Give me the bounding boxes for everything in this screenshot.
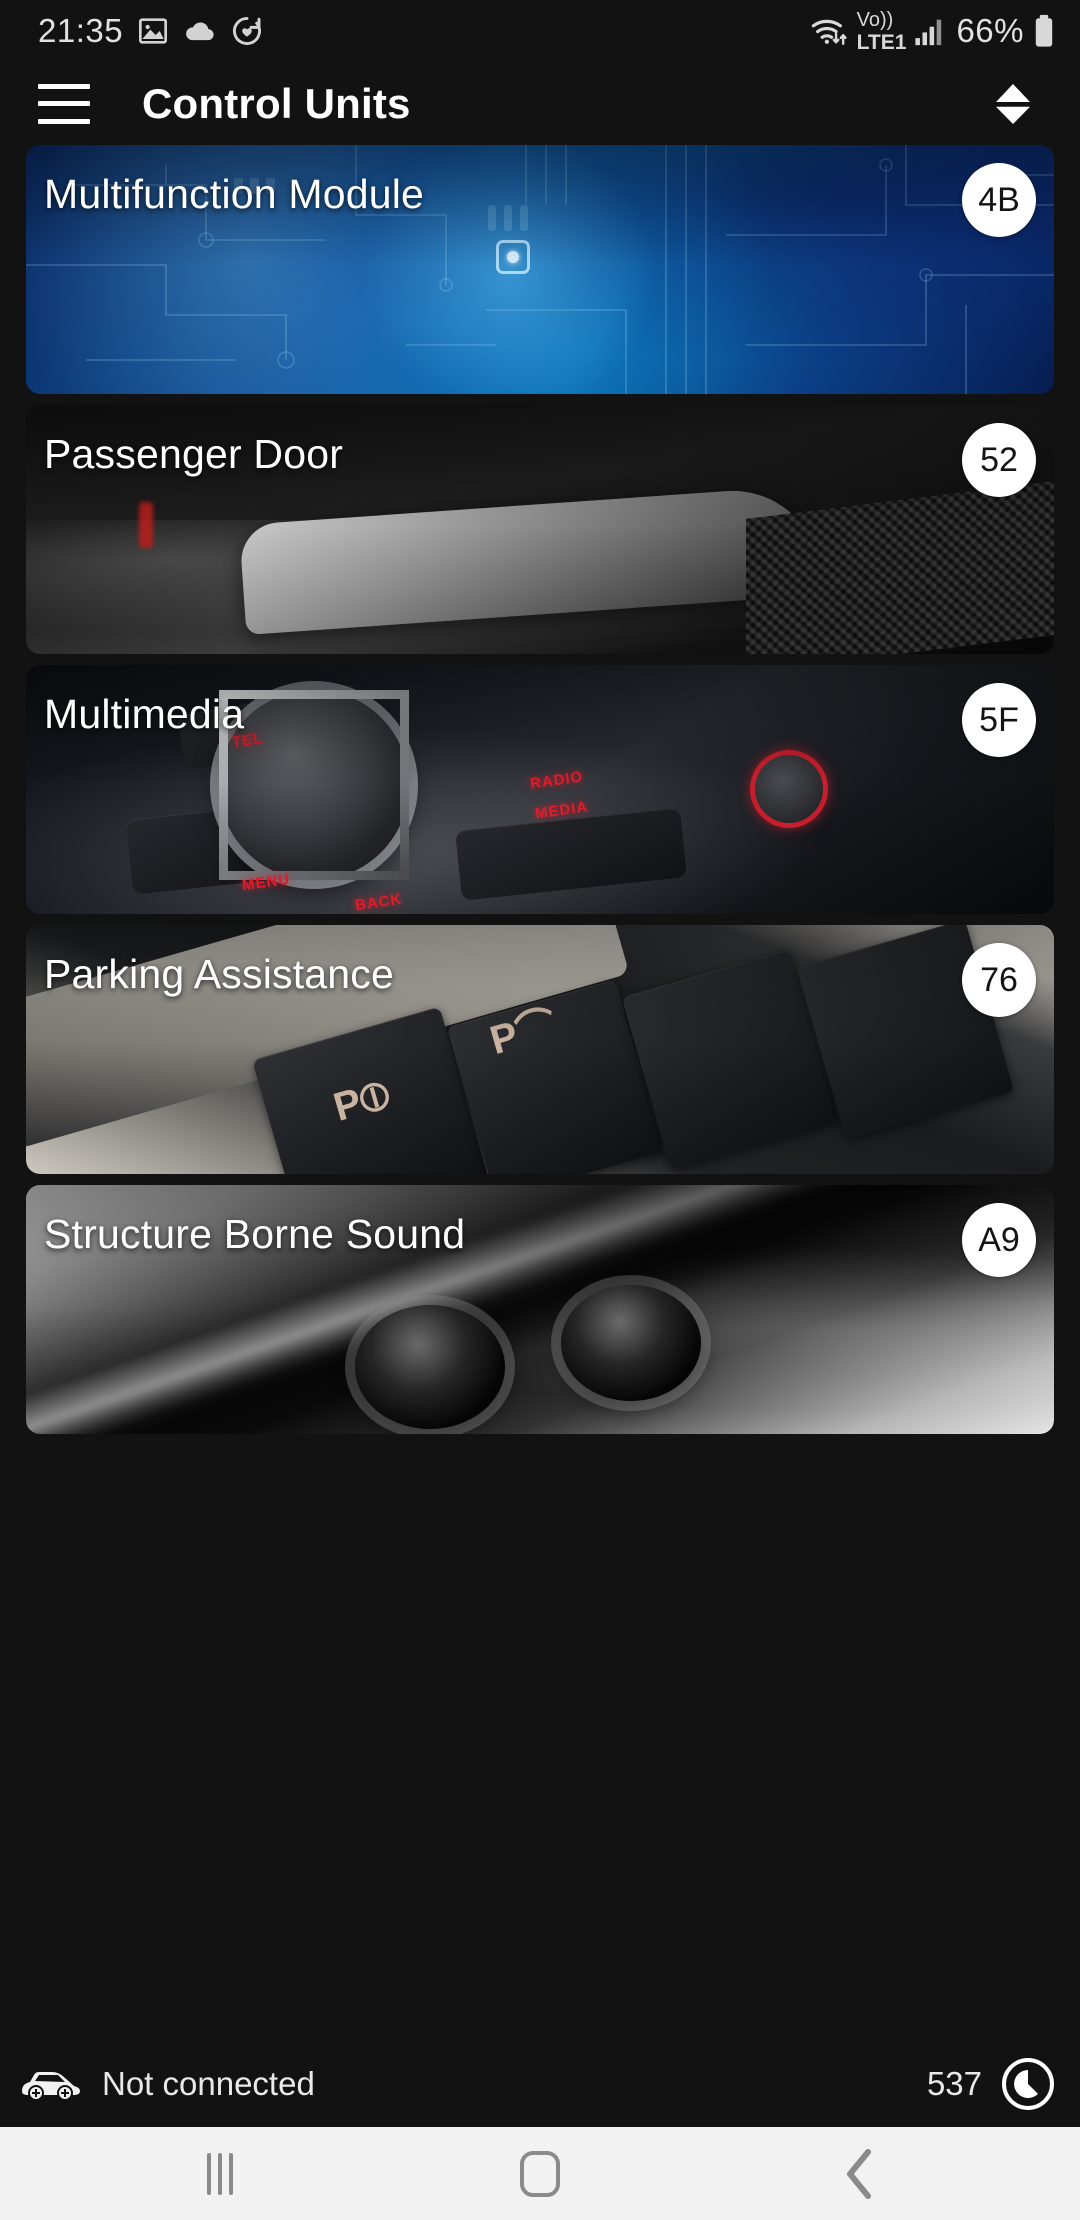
unit-count-label: 537	[926, 2065, 982, 2102]
control-unit-card-structure-borne-sound[interactable]: Structure Borne Sound A9	[26, 1185, 1054, 1434]
phone-screen: 21:35 Vo)) LTE1 66% Control Units Multif…	[0, 0, 1080, 2220]
card-address-badge: A9	[962, 1203, 1036, 1277]
app-bar: Control Units	[0, 62, 1080, 145]
card-address-badge: 4B	[962, 163, 1036, 237]
card-title: Structure Borne Sound	[44, 1211, 466, 1257]
status-time: 21:35	[38, 12, 124, 49]
volte-top-label: Vo))	[856, 8, 894, 31]
home-icon[interactable]	[480, 2127, 600, 2220]
mmi-label-back: BACK	[354, 890, 404, 914]
exhaust-pipe-left	[354, 1304, 505, 1429]
cloud-icon	[183, 15, 217, 47]
android-nav-bar	[0, 2127, 1080, 2220]
control-unit-card-parking-assistance[interactable]: P⦶ P⌒ Parking Assistance 76	[26, 925, 1054, 1174]
card-address-badge: 52	[962, 423, 1036, 497]
card-address-badge: 76	[962, 943, 1036, 1017]
recents-icon[interactable]	[160, 2127, 280, 2220]
battery-percent-label: 66%	[956, 12, 1024, 49]
control-unit-card-passenger-door[interactable]: Passenger Door 52	[26, 405, 1054, 654]
back-icon[interactable]	[800, 2127, 920, 2220]
connection-status-label: Not connected	[102, 2065, 315, 2102]
control-units-list[interactable]: Multifunction Module 4B Passenger Door 5…	[0, 145, 1080, 2041]
status-bar: 21:35 Vo)) LTE1 66%	[0, 0, 1080, 62]
card-title: Parking Assistance	[44, 951, 394, 997]
footer-right-group[interactable]: 537	[927, 2056, 1056, 2112]
control-unit-card-multifunction-module[interactable]: Multifunction Module 4B	[26, 145, 1054, 394]
signal-bars-icon	[914, 15, 948, 47]
gallery-icon	[137, 15, 169, 47]
connection-status-group[interactable]: Not connected	[18, 2064, 315, 2104]
card-title: Multifunction Module	[44, 171, 425, 217]
health-heart-icon	[231, 15, 263, 47]
car-icon	[18, 2064, 82, 2104]
card-title: Multimedia	[44, 691, 245, 737]
battery-icon	[1032, 14, 1056, 48]
card-title: Passenger Door	[44, 431, 344, 477]
carly-logo-icon[interactable]	[1000, 2056, 1056, 2112]
page-title: Control Units	[142, 79, 411, 127]
volte-bottom-label: LTE1	[856, 30, 907, 54]
sort-ascending-descending-icon[interactable]	[980, 71, 1046, 137]
footer-bar: Not connected 537	[0, 2041, 1080, 2127]
hamburger-menu-icon[interactable]	[38, 83, 90, 124]
control-unit-card-multimedia[interactable]: TEL RADIO MEDIA MENU BACK Multimedia 5F	[26, 665, 1054, 914]
wifi-data-icon	[809, 14, 849, 48]
mmi-pad-bottom	[454, 807, 687, 901]
status-bar-right: Vo)) LTE1 66%	[809, 10, 1056, 53]
status-bar-left: 21:35	[38, 12, 263, 50]
volte-indicator: Vo)) LTE1	[857, 10, 907, 53]
card-address-badge: 5F	[962, 683, 1036, 757]
